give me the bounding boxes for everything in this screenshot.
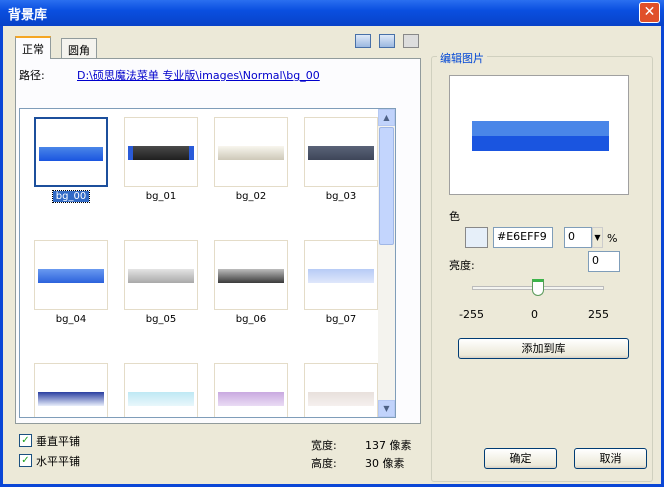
thumbnail-item[interactable]: bg_09 [124,363,198,417]
thumbnail-caption: bg_06 [235,314,267,325]
horizontal-tile-label: 水平平铺 [36,455,80,468]
thumbnail-swatch [38,269,104,283]
thumbnail-caption: bg_01 [145,191,177,202]
tab-normal[interactable]: 正常 [15,36,51,59]
add-to-library-button[interactable]: 添加到库 [458,338,629,359]
path-label: 路径: [19,69,45,82]
thumbnail-swatch [128,269,194,283]
percent-dropdown-icon[interactable]: ▼ [592,227,603,248]
thumbnail-item[interactable]: bg_10 [214,363,288,417]
thumbnail-caption: bg_07 [325,314,357,325]
thumbnail-swatch [128,392,194,406]
slider-min-label: -255 [459,308,484,321]
thumbnail-image [304,117,378,187]
thumbnail-item[interactable]: bg_08 [34,363,108,417]
title-bar: 背景库 ✕ [0,0,664,26]
add-image-icon[interactable] [355,34,371,48]
properties-icon[interactable] [403,34,419,48]
height-value: 30 像素 [365,457,405,470]
thumbnail-caption: bg_04 [55,314,87,325]
thumbnail-swatch [308,269,374,283]
image-preview [449,75,629,195]
vertical-tile-label: 垂直平铺 [36,435,80,448]
thumbnail-swatch [308,146,374,160]
thumbnail-image [34,240,108,310]
thumbnail-image [124,117,198,187]
thumbnail-item[interactable]: bg_05 [124,240,198,334]
thumbnail-swatch [128,146,194,160]
thumbnail-image [214,363,288,417]
scroll-down-button[interactable]: ▼ [378,400,395,417]
thumbnail-caption: bg_03 [325,191,357,202]
thumbnail-item[interactable]: bg_03 [304,117,378,211]
thumbnail-image [34,117,108,187]
thumbnail-caption: bg_00 [52,190,90,203]
thumbnail-item[interactable]: bg_00 [34,117,108,211]
thumbnail-caption: bg_05 [145,314,177,325]
thumbnail-image [304,363,378,417]
color-hex-input[interactable]: #E6EFF9 [493,227,553,248]
close-button[interactable]: ✕ [639,2,660,23]
thumbnail-image [214,117,288,187]
brightness-label: 亮度: [449,259,475,272]
tab-rounded[interactable]: 圆角 [61,38,97,58]
vertical-scrollbar[interactable]: ▲ ▼ [378,109,395,417]
thumbnail-item[interactable]: bg_04 [34,240,108,334]
horizontal-tile-checkbox[interactable]: ✓ [19,454,32,467]
cancel-button[interactable]: 取消 [574,448,647,469]
thumbnail-swatch [218,269,284,283]
preview-image [472,121,609,151]
width-label: 宽度: [311,439,337,452]
thumbnail-image [304,240,378,310]
thumbnail-image [34,363,108,417]
thumbnail-swatch [308,392,374,406]
ok-button[interactable]: 确定 [484,448,557,469]
thumbnail-item[interactable]: bg_02 [214,117,288,211]
thumbnail-item[interactable]: bg_11 [304,363,378,417]
dialog-body: 正常 圆角 路径: D:\硕思魔法菜单 专业版\images\Normal\bg… [3,26,661,484]
thumbnail-image [214,240,288,310]
thumbnail-item[interactable]: bg_01 [124,117,198,211]
window-title: 背景库 [8,8,48,23]
thumbnail-item[interactable]: bg_06 [214,240,288,334]
slider-mid-label: 0 [531,308,538,321]
thumbnail-swatch [39,147,103,161]
edit-image-title: 编辑图片 [437,50,487,66]
color-swatch-button[interactable] [465,227,488,248]
percent-unit: % [607,232,618,245]
slider-max-label: 255 [588,308,609,321]
thumbnail-caption: bg_02 [235,191,267,202]
color-label: 色 [449,210,460,223]
path-link[interactable]: D:\硕思魔法菜单 专业版\images\Normal\bg_00 [77,67,320,83]
thumbnail-swatch [38,392,104,406]
width-value: 137 像素 [365,439,412,452]
thumbnail-image [124,240,198,310]
thumbnail-image [124,363,198,417]
scroll-up-button[interactable]: ▲ [378,109,395,126]
vertical-tile-checkbox[interactable]: ✓ [19,434,32,447]
thumbnail-item[interactable]: bg_07 [304,240,378,334]
percent-input[interactable]: 0 [564,227,592,248]
delete-image-icon[interactable] [379,34,395,48]
brightness-slider-thumb[interactable] [532,279,544,296]
thumbnail-swatch [218,392,284,406]
thumbnail-swatch [218,146,284,160]
brightness-input[interactable]: 0 [588,251,620,272]
height-label: 高度: [311,457,337,470]
thumbnail-grid: bg_11 bg_10 bg_09 bg_08 bg_07 bg_06 bg_05 bg_04… [19,108,396,418]
scroll-thumb[interactable] [379,127,394,245]
